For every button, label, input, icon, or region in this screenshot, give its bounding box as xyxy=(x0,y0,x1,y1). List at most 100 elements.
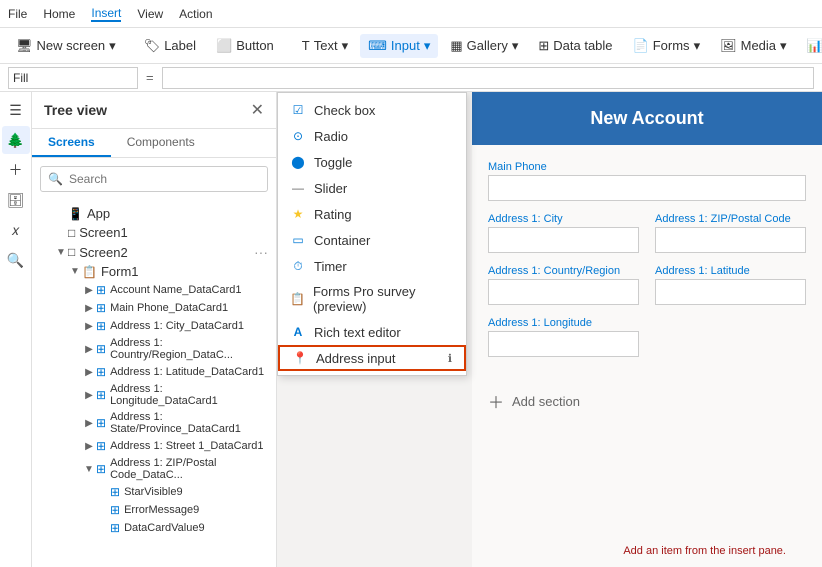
dropdown-item-checkbox[interactable]: ☑ Check box xyxy=(278,97,466,123)
forms-button[interactable]: 📄 Forms ▾ xyxy=(625,34,709,58)
dropdown-item-rich-text[interactable]: A Rich text editor xyxy=(278,319,466,345)
formula-expression-input[interactable] xyxy=(162,67,814,89)
charts-icon: 📊 xyxy=(807,38,822,54)
tree-arrow: ▼ xyxy=(68,266,82,277)
tree-label: Form1 xyxy=(101,264,268,279)
tab-screens[interactable]: Screens xyxy=(32,129,111,157)
dropdown-item-rating[interactable]: ★ Rating xyxy=(278,201,466,227)
datacard-icon: ⊞ xyxy=(96,416,106,430)
forms-icon: 📄 xyxy=(633,38,649,54)
plus-icon[interactable]: ＋ xyxy=(2,156,30,184)
menu-home[interactable]: Home xyxy=(43,7,75,21)
sidebar-tabs: Screens Components xyxy=(32,129,276,158)
tree-label: StarVisible9 xyxy=(124,486,268,498)
tree-item-starvisible[interactable]: ⊞ StarVisible9 xyxy=(32,483,276,501)
sidebar-header: Tree view ✕ xyxy=(32,92,276,129)
tree-arrow: ▶ xyxy=(82,344,96,355)
dropdown-item-label: Rich text editor xyxy=(314,325,401,340)
tree-item-app[interactable]: 📱 App xyxy=(32,204,276,223)
dropdown-item-label: Check box xyxy=(314,103,375,118)
form-field-input-city[interactable] xyxy=(488,227,639,253)
more-options-icon[interactable]: ··· xyxy=(254,244,268,260)
form-field-input-latitude[interactable] xyxy=(655,279,806,305)
add-section-plus-icon: ＋ xyxy=(488,389,504,413)
form-row-city-zip: Address 1: City Address 1: ZIP/Postal Co… xyxy=(488,213,806,253)
toggle-icon: ⬤ xyxy=(290,154,306,170)
form-field-input-longitude[interactable] xyxy=(488,331,639,357)
tree-item-zip[interactable]: ▼ ⊞ Address 1: ZIP/Postal Code_DataC... xyxy=(32,455,276,483)
tree-item-longitude[interactable]: ▶ ⊞ Address 1: Longitude_DataCard1 xyxy=(32,381,276,409)
database-icon[interactable]: 🗄 xyxy=(2,186,30,214)
dropdown-item-radio[interactable]: ⊙ Radio xyxy=(278,123,466,149)
variables-icon[interactable]: 𝑥 xyxy=(2,216,30,244)
hamburger-icon[interactable]: ☰ xyxy=(2,96,30,124)
tree-item-street[interactable]: ▶ ⊞ Address 1: Street 1_DataCard1 xyxy=(32,437,276,455)
chevron-down-icon-5: ▾ xyxy=(694,38,701,54)
datacard-icon: ⊞ xyxy=(96,462,106,476)
tree-item-datacardvalue[interactable]: ⊞ DataCardValue9 xyxy=(32,519,276,537)
tree-label: App xyxy=(87,206,268,221)
chevron-down-icon-4: ▾ xyxy=(512,38,519,54)
tree-item-country[interactable]: ▶ ⊞ Address 1: Country/Region_DataC... xyxy=(32,335,276,363)
media-button[interactable]: 🖼 Media ▾ xyxy=(712,34,794,58)
tree-view-icon[interactable]: 🌲 xyxy=(2,126,30,154)
component-icon: ⊞ xyxy=(110,521,120,535)
dropdown-item-timer[interactable]: ⏱ Timer xyxy=(278,253,466,279)
datacard-icon: ⊞ xyxy=(96,342,106,356)
gallery-button[interactable]: ▦ Gallery ▾ xyxy=(442,34,526,58)
dropdown-item-container[interactable]: ▭ Container xyxy=(278,227,466,253)
menu-view[interactable]: View xyxy=(137,7,163,21)
tree-item-city[interactable]: ▶ ⊞ Address 1: City_DataCard1 xyxy=(32,317,276,335)
label-button[interactable]: 🏷 Label xyxy=(136,34,204,58)
tree-arrow-screen2: ▼ xyxy=(54,247,68,258)
form-field-longitude: Address 1: Longitude xyxy=(488,317,639,357)
input-icon: ⌨ xyxy=(368,38,387,54)
timer-icon: ⏱ xyxy=(290,258,306,274)
data-table-icon: ⊞ xyxy=(538,38,549,54)
tree-label: Address 1: Country/Region_DataC... xyxy=(110,337,268,361)
dropdown-item-slider[interactable]: — Slider xyxy=(278,175,466,201)
tree-item-latitude[interactable]: ▶ ⊞ Address 1: Latitude_DataCard1 xyxy=(32,363,276,381)
form-field-latitude: Address 1: Latitude xyxy=(655,265,806,305)
charts-button[interactable]: 📊 Charts ▾ xyxy=(799,34,822,58)
tree-item-screen2[interactable]: ▼ □ Screen2 ··· xyxy=(32,242,276,262)
search-icon[interactable]: 🔍 xyxy=(2,246,30,274)
tree-item-form1[interactable]: ▼ 📋 Form1 xyxy=(32,262,276,281)
form-field-zip: Address 1: ZIP/Postal Code xyxy=(655,213,806,253)
form-field-input-zip[interactable] xyxy=(655,227,806,253)
tree-item-screen1[interactable]: □ Screen1 xyxy=(32,223,276,242)
tree-item-state[interactable]: ▶ ⊞ Address 1: State/Province_DataCard1 xyxy=(32,409,276,437)
tab-components[interactable]: Components xyxy=(111,129,211,157)
tree-arrow: ▶ xyxy=(82,418,96,429)
new-screen-button[interactable]: 🖥 New screen ▾ xyxy=(8,34,124,58)
tree-item-errormessage[interactable]: ⊞ ErrorMessage9 xyxy=(32,501,276,519)
form-field-label: Address 1: City xyxy=(488,213,639,225)
add-section-button[interactable]: ＋ Add section xyxy=(472,377,822,425)
menu-action[interactable]: Action xyxy=(179,7,212,21)
tree-label: Address 1: State/Province_DataCard1 xyxy=(110,411,268,435)
sidebar-close-button[interactable]: ✕ xyxy=(251,100,264,120)
tree-item-main-phone[interactable]: ▶ ⊞ Main Phone_DataCard1 xyxy=(32,299,276,317)
dropdown-item-address-input[interactable]: 📍 Address input ℹ xyxy=(278,345,466,371)
form-icon: 📋 xyxy=(82,265,97,279)
form-row-longitude: Address 1: Longitude xyxy=(488,317,806,357)
tree-label: Screen2 xyxy=(79,245,250,260)
app-icon: 📱 xyxy=(68,207,83,221)
menu-file[interactable]: File xyxy=(8,7,27,21)
menu-insert[interactable]: Insert xyxy=(91,6,121,22)
dropdown-item-forms-pro[interactable]: 📋 Forms Pro survey (preview) xyxy=(278,279,466,319)
formula-fill-input[interactable] xyxy=(8,67,138,89)
form-field-input-main-phone[interactable] xyxy=(488,175,806,201)
data-table-button[interactable]: ⊞ Data table xyxy=(530,34,620,58)
tree-item-account-name[interactable]: ▶ ⊞ Account Name_DataCard1 xyxy=(32,281,276,299)
input-button[interactable]: ⌨ Input ▾ xyxy=(360,34,438,58)
tree-label: ErrorMessage9 xyxy=(124,504,268,516)
text-button[interactable]: T Text ▾ xyxy=(294,34,356,58)
component-icon: ⊞ xyxy=(110,503,120,517)
tree-arrow: ▶ xyxy=(82,321,96,332)
form-field-input-country[interactable] xyxy=(488,279,639,305)
sidebar-search-input[interactable] xyxy=(40,166,268,192)
dropdown-item-toggle[interactable]: ⬤ Toggle xyxy=(278,149,466,175)
button-button[interactable]: ⬜ Button xyxy=(208,34,282,58)
tree-label: Address 1: City_DataCard1 xyxy=(110,320,268,332)
